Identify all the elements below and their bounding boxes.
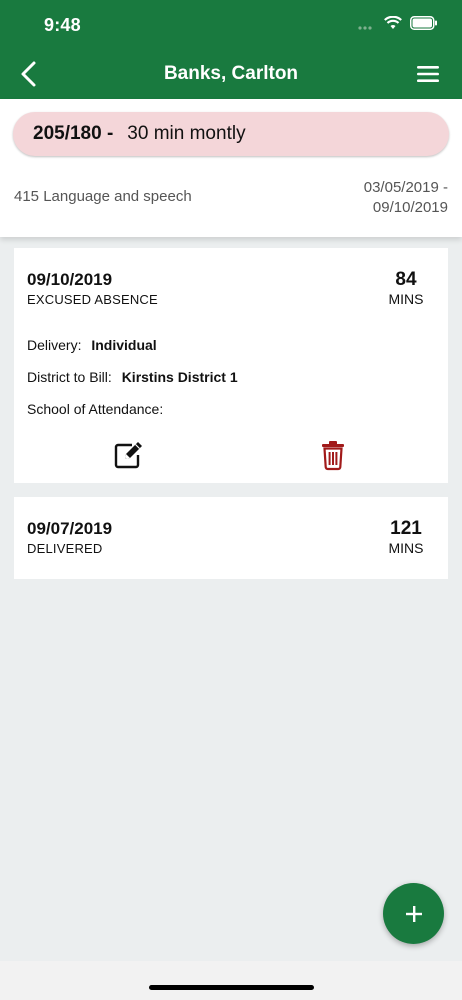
edit-button[interactable] [113,439,145,471]
minutes-ratio: 205/180 - [33,123,114,144]
session-minutes: 121 [390,518,422,539]
date-start: 03/05/2019 - [363,179,448,196]
session-minutes-unit: MINS [388,540,424,556]
service-summary: 205/180 - 30 min montly 415 Language and… [0,99,462,237]
session-card[interactable]: 09/07/2019 DELIVERED 121 MINS [14,497,448,579]
signal-icon [358,17,376,35]
frequency-badge: 205/180 - 30 min montly [13,112,449,156]
session-minutes-unit: MINS [388,291,424,307]
session-card[interactable]: 09/10/2019 EXCUSED ABSENCE 84 MINS Deliv… [14,248,448,483]
school-row: School of Attendance: [27,401,169,417]
session-date: 09/10/2019 [27,270,113,289]
district-label: District to Bill: [27,369,112,385]
delivery-row: Delivery: Individual [27,337,157,353]
trash-icon [322,441,344,471]
school-label: School of Attendance: [27,401,164,417]
frequency-text: 30 min montly [127,123,246,144]
bottom-safe-area [0,961,462,1000]
page-title: Banks, Carlton [163,63,299,84]
delivery-label: Delivery: [27,337,82,353]
battery-icon [410,16,438,35]
plus-icon [405,905,422,922]
session-date: 09/07/2019 [27,519,113,538]
session-status: EXCUSED ABSENCE [27,292,158,307]
delete-button[interactable] [317,439,349,471]
menu-button[interactable] [416,64,440,84]
session-minutes: 84 [395,269,417,290]
district-row: District to Bill: Kirstins District 1 [27,369,238,385]
session-status: DELIVERED [27,541,103,556]
service-name: 415 Language and speech [14,188,192,205]
home-indicator[interactable] [149,985,314,990]
hamburger-menu-icon [417,66,439,82]
add-session-button[interactable] [383,883,444,944]
app-header: 9:48 Banks, Carlton [0,0,462,99]
service-date-range: 03/05/2019 - 09/10/2019 [364,178,448,218]
edit-icon [114,442,142,469]
status-icons [358,15,438,35]
delivery-value: Individual [91,337,157,353]
district-value: Kirstins District 1 [121,369,238,385]
date-end: 09/10/2019 [372,199,448,216]
status-time: 9:48 [44,15,81,35]
wifi-icon [384,15,402,35]
